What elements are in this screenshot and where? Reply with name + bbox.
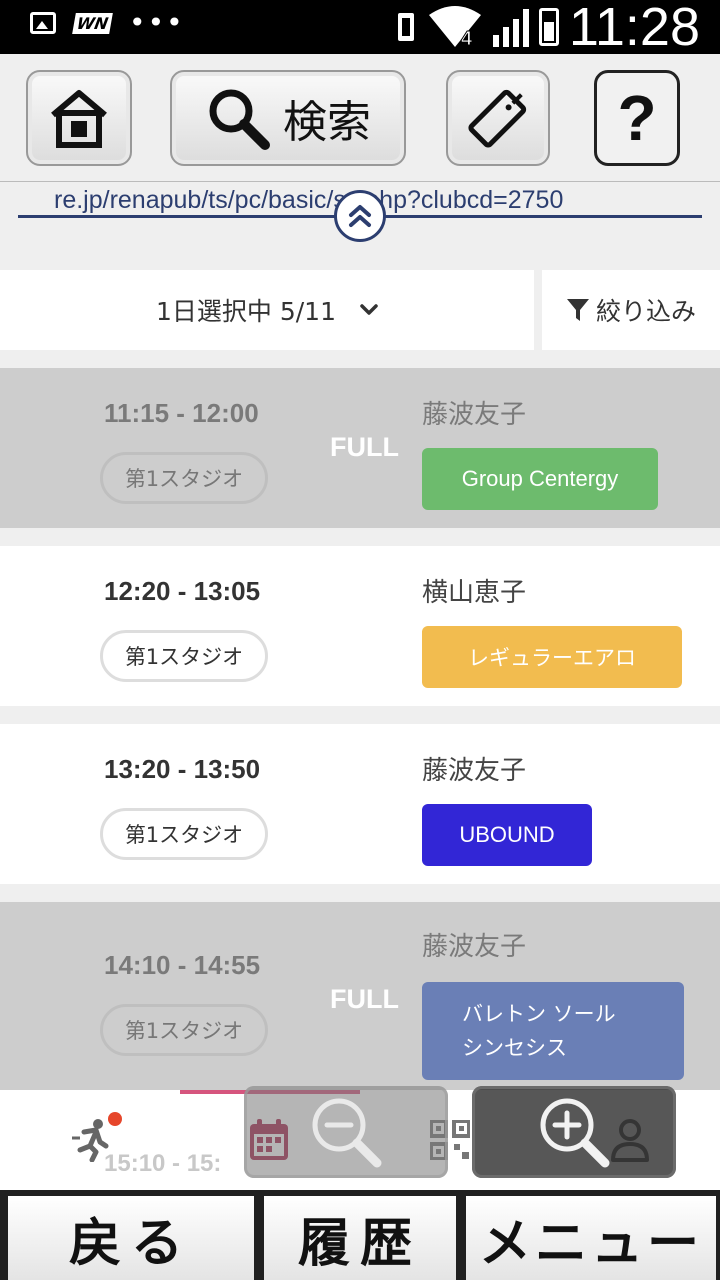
day-selector-label: 1日選択中 5/11 <box>156 297 336 326</box>
home-icon <box>51 90 107 148</box>
lesson-time: 12:20 - 13:05 <box>104 576 261 606</box>
studio-badge: 第1スタジオ <box>100 808 268 860</box>
filter-icon <box>566 299 589 321</box>
lesson-time: 13:20 - 13:50 <box>104 754 261 784</box>
program-badge: バレトン ソール シンセシス <box>422 982 684 1080</box>
day-selector[interactable]: 1日選択中 5/11 <box>0 270 534 350</box>
studio-badge: 第1スタジオ <box>100 452 268 504</box>
vibrate-icon <box>397 13 414 41</box>
help-icon: ? <box>617 82 657 154</box>
tag-icon <box>468 89 527 148</box>
zoom-out-icon <box>312 1098 382 1168</box>
lesson-card[interactable]: 13:20 - 13:50 第1スタジオ 藤波友子 UBOUND <box>0 724 720 884</box>
full-status-label: FULL <box>330 984 399 1014</box>
studio-badge: 第1スタジオ <box>100 630 268 682</box>
instructor-name: 藤波友子 <box>422 756 527 786</box>
help-button[interactable]: ? <box>594 70 680 166</box>
runner-icon[interactable] <box>70 1118 114 1162</box>
clock: 11:28 <box>568 0 700 57</box>
filter-button[interactable]: 絞り込み <box>542 270 720 350</box>
chevron-down-icon <box>360 304 378 315</box>
back-button[interactable]: 戻る <box>8 1196 254 1280</box>
status-bar: WN ••• 4 11:28 <box>0 0 720 54</box>
battery-icon <box>538 8 559 46</box>
image-icon <box>30 12 56 34</box>
bottom-navigation: 戻る 履歴 メニュー <box>0 1190 720 1280</box>
zoom-in-button[interactable] <box>472 1086 676 1178</box>
lesson-card[interactable]: 11:15 - 12:00 第1スタジオ FULL 藤波友子 Group Cen… <box>0 368 720 528</box>
wifi-icon: 4 <box>428 6 481 49</box>
zoom-out-button[interactable] <box>244 1086 448 1178</box>
program-badge: UBOUND <box>422 804 592 866</box>
studio-badge: 第1スタジオ <box>100 1004 268 1056</box>
filter-label: 絞り込み <box>595 297 696 326</box>
signal-icon <box>492 7 529 47</box>
program-badge: Group Centergy <box>422 448 658 510</box>
collapse-url-button[interactable] <box>334 190 386 242</box>
instructor-name: 横山恵子 <box>422 578 527 608</box>
more-dots-icon: ••• <box>129 6 185 39</box>
lesson-time: 14:10 - 14:55 <box>104 950 261 980</box>
program-badge: レギュラーエアロ <box>422 626 682 688</box>
wn-icon: WN <box>72 12 113 34</box>
double-chevron-up-icon <box>349 205 371 227</box>
lesson-time: 11:15 - 12:00 <box>104 398 259 428</box>
lesson-card[interactable]: 12:20 - 13:05 第1スタジオ 横山恵子 レギュラーエアロ <box>0 546 720 706</box>
menu-button[interactable]: メニュー <box>466 1196 716 1280</box>
partially-hidden-lesson-time: 15:10 - 15: <box>104 1150 222 1177</box>
history-button[interactable]: 履歴 <box>264 1196 456 1280</box>
home-button[interactable] <box>26 70 132 166</box>
browser-toolbar: 検索 ? <box>0 54 720 182</box>
network-type-badge: 4 <box>461 28 473 49</box>
tag-button[interactable] <box>446 70 550 166</box>
url-text: re.jp/renapub/ts/pc/basic/sc.php?clubcd=… <box>54 186 564 214</box>
instructor-name: 藤波友子 <box>422 400 527 430</box>
search-button[interactable]: 検索 <box>170 70 406 166</box>
search-icon <box>209 89 270 150</box>
lesson-card[interactable]: 14:10 - 14:55 第1スタジオ FULL 藤波友子 バレトン ソール … <box>0 902 720 1102</box>
zoom-in-icon <box>540 1098 610 1168</box>
instructor-name: 藤波友子 <box>422 932 527 962</box>
notification-dot <box>108 1112 122 1126</box>
full-status-label: FULL <box>330 432 399 462</box>
search-button-label: 検索 <box>283 97 371 148</box>
